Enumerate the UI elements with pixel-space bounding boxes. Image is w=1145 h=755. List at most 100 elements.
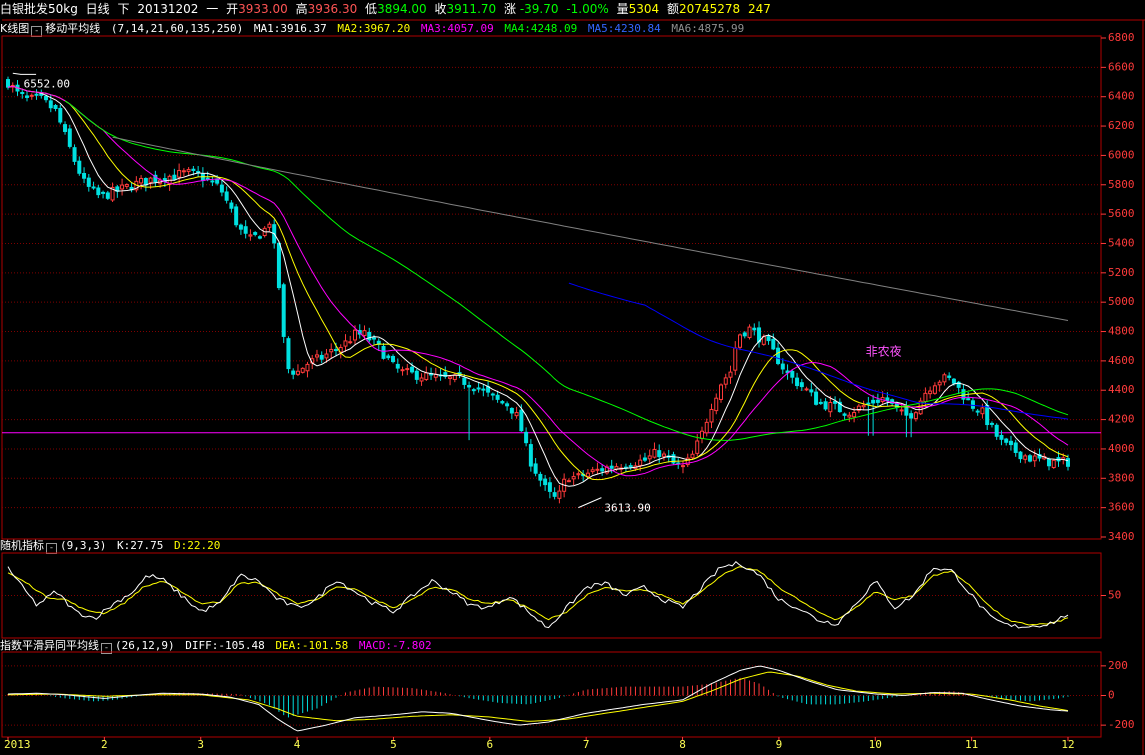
candle-body	[528, 444, 533, 467]
price-tick-label: 3400	[1108, 530, 1135, 543]
candle-body	[557, 490, 562, 499]
candle	[975, 408, 980, 416]
candle-body	[224, 191, 229, 201]
candle-body	[329, 348, 334, 353]
candle	[476, 382, 481, 393]
candle-body	[495, 394, 500, 400]
month-tick-label: 12	[1061, 738, 1074, 751]
candle	[752, 323, 757, 336]
candle-body	[20, 92, 25, 95]
candle-body	[875, 399, 880, 403]
candle-body	[471, 389, 476, 392]
candle-body	[951, 378, 956, 384]
candle-body	[63, 124, 68, 132]
candle	[994, 423, 999, 440]
candle-body	[652, 449, 657, 458]
candle	[932, 382, 937, 395]
high-marker-line	[12, 72, 37, 75]
candle-body	[324, 353, 329, 359]
candle-body	[733, 347, 738, 371]
price-tick-label: 4000	[1108, 442, 1135, 455]
candle-body	[77, 160, 82, 174]
candle-body	[305, 363, 310, 372]
candle	[837, 398, 842, 413]
candle-body	[818, 401, 823, 404]
event-annotation: 非农夜	[866, 344, 902, 359]
candle	[533, 457, 538, 477]
candle-body	[885, 397, 890, 401]
candle-body	[680, 465, 685, 468]
candle	[386, 353, 391, 361]
candle-body	[704, 421, 709, 434]
candle	[91, 181, 96, 190]
candle-body	[657, 450, 662, 458]
candle	[291, 368, 296, 380]
candle	[799, 378, 804, 391]
candle-body	[462, 377, 467, 385]
candle-body	[871, 399, 876, 404]
candle-body	[814, 391, 819, 405]
candle	[942, 372, 947, 386]
candle-body	[120, 184, 125, 190]
candle	[842, 412, 847, 420]
candle	[833, 396, 838, 410]
candle-body	[352, 329, 357, 341]
candle-body	[1013, 442, 1018, 453]
candle	[196, 166, 201, 177]
month-tick-label: 10	[869, 738, 882, 751]
candle-body	[947, 375, 952, 378]
candle-body	[286, 338, 291, 370]
chart-canvas[interactable]: 3400360038004000420044004600480050005200…	[0, 0, 1145, 755]
candle	[861, 400, 866, 411]
candle-body	[970, 400, 975, 409]
candle-body	[913, 412, 918, 420]
candle-body	[44, 95, 49, 101]
candle	[552, 487, 557, 500]
candle	[680, 460, 685, 474]
candle-body	[628, 465, 633, 468]
candle-body	[590, 469, 595, 473]
candle	[871, 394, 876, 436]
price-tick-label: 3800	[1108, 471, 1135, 484]
macd-dea-line	[7, 671, 1069, 722]
price-tick-label: 5000	[1108, 295, 1135, 308]
candle	[139, 175, 144, 190]
candle	[1046, 457, 1051, 471]
candle-body	[833, 400, 838, 404]
candle-body	[932, 385, 937, 394]
candle	[747, 324, 752, 340]
candle-body	[928, 390, 933, 395]
month-tick-label: 11	[965, 738, 978, 751]
candle-body	[25, 95, 30, 98]
candle	[543, 474, 548, 491]
price-tick-label: 6400	[1108, 90, 1135, 103]
candle-body	[143, 178, 148, 186]
candle-body	[367, 331, 372, 341]
candle-body	[514, 412, 519, 417]
high-price-label: 6552.00	[24, 77, 70, 90]
price-tick-label: 4800	[1108, 325, 1135, 338]
candle	[566, 478, 571, 483]
candle-body	[476, 387, 481, 390]
candle	[757, 321, 762, 348]
candle-body	[448, 376, 453, 379]
candle	[771, 333, 776, 351]
candle-body	[248, 234, 253, 237]
candle-body	[82, 173, 87, 179]
candle-body	[543, 478, 548, 486]
candle-body	[205, 177, 210, 180]
candle	[847, 411, 852, 422]
candle-body	[661, 453, 666, 457]
month-tick-label: 9	[776, 738, 783, 751]
candle	[457, 365, 462, 379]
candle	[63, 121, 68, 135]
candle-body	[742, 332, 747, 337]
candle-body	[766, 336, 771, 342]
candle	[124, 183, 129, 190]
candle-body	[690, 453, 695, 459]
candle	[733, 341, 738, 376]
candle	[661, 451, 666, 461]
candle	[20, 89, 25, 99]
candle	[329, 343, 334, 359]
candle-body	[229, 202, 234, 209]
